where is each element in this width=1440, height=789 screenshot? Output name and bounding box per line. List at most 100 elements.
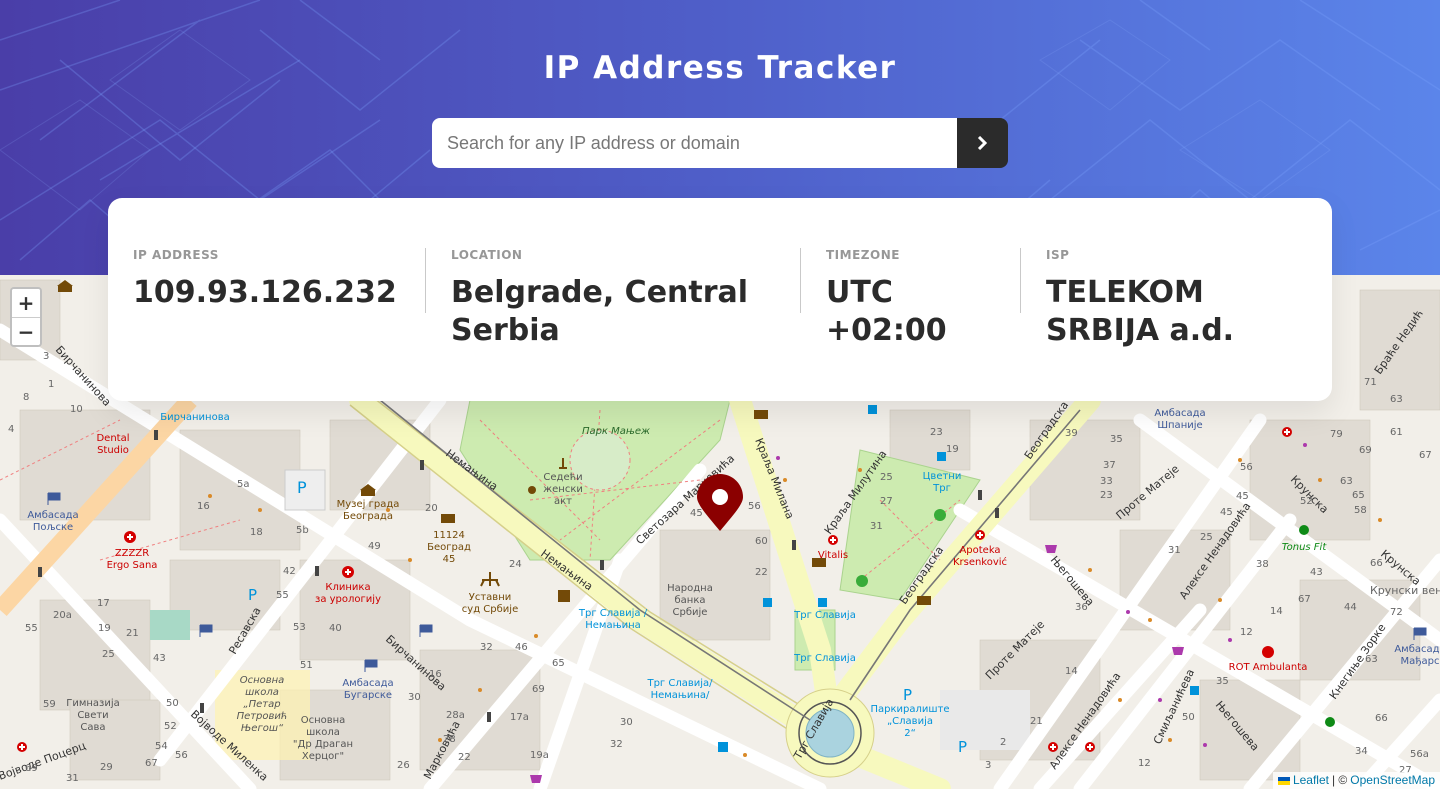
poi-label: Немањина [585, 620, 641, 631]
poi-label: школа [306, 727, 340, 738]
poi-label: ZZZZR [115, 548, 149, 559]
cinema-icon [558, 590, 570, 602]
svg-text:31: 31 [870, 521, 883, 532]
isp-section: ISP TELEKOM SRBIJA a.d. [1046, 248, 1306, 350]
bus-stop-icon [868, 405, 877, 414]
flag-icon [364, 659, 378, 672]
svg-text:72: 72 [1390, 607, 1403, 618]
parking-p-icon: P [248, 586, 257, 604]
hospital-icon [1282, 427, 1292, 437]
poi-label: школа [245, 687, 279, 698]
post-icon [917, 596, 931, 605]
svg-text:37: 37 [1103, 460, 1116, 471]
parking-p-icon: P [958, 738, 967, 756]
poi-label: Ergo Sana [107, 560, 158, 571]
poi-label: банка [674, 595, 705, 606]
svg-text:30: 30 [620, 717, 633, 728]
svg-text:45: 45 [1236, 491, 1249, 502]
timezone-section: TIMEZONE UTC +02:00 [826, 248, 996, 350]
svg-text:32: 32 [480, 642, 493, 653]
poi-label: Основна [240, 675, 285, 686]
svg-text:3: 3 [43, 351, 49, 362]
svg-text:69: 69 [25, 763, 38, 774]
svg-text:63: 63 [1390, 394, 1403, 405]
street-label: Бирчанинова [53, 343, 114, 408]
parking-p-icon: P [903, 686, 912, 704]
bus-stop-icon [818, 598, 827, 607]
svg-text:46: 46 [515, 642, 528, 653]
poi-label: Основна [301, 715, 346, 726]
svg-text:49: 49 [368, 541, 381, 552]
svg-text:52: 52 [1300, 496, 1313, 507]
poi-label: Свети [77, 710, 108, 721]
svg-text:12: 12 [1240, 627, 1253, 638]
svg-text:51: 51 [300, 660, 313, 671]
zoom-in-button[interactable]: + [12, 289, 40, 317]
shop-icon [1172, 647, 1184, 655]
svg-text:42: 42 [283, 566, 296, 577]
svg-text:50: 50 [166, 698, 179, 709]
svg-text:69: 69 [1359, 445, 1372, 456]
svg-text:16: 16 [197, 501, 210, 512]
playground-icon [934, 509, 946, 521]
divider [425, 248, 426, 313]
svg-text:44: 44 [1344, 602, 1357, 613]
svg-text:3: 3 [985, 760, 991, 771]
zoom-out-button[interactable]: − [12, 317, 40, 345]
poi-label: суд Србије [462, 603, 518, 615]
svg-text:22: 22 [755, 567, 768, 578]
poi-label: "Др Драган [293, 739, 353, 750]
divider [1020, 248, 1021, 313]
svg-text:21: 21 [126, 628, 139, 639]
ukraine-flag-icon [1277, 776, 1290, 785]
svg-text:32: 32 [610, 739, 623, 750]
svg-text:2: 2 [1000, 737, 1006, 748]
poi-label: Tonus Fit [1282, 542, 1328, 553]
svg-text:43: 43 [153, 653, 166, 664]
svg-text:17: 17 [97, 598, 110, 609]
svg-text:66: 66 [1370, 558, 1383, 569]
svg-text:45: 45 [1220, 507, 1233, 518]
search-submit-button[interactable] [957, 118, 1008, 168]
svg-text:53: 53 [293, 622, 306, 633]
svg-text:38: 38 [1256, 559, 1269, 570]
leaflet-link[interactable]: Leaflet [1293, 772, 1329, 789]
openstreetmap-link[interactable]: OpenStreetMap [1350, 772, 1435, 789]
search-input[interactable] [432, 118, 957, 168]
svg-text:67: 67 [1298, 594, 1311, 605]
poi-label: Трг [932, 483, 951, 494]
parking-p-icon: P [297, 478, 307, 497]
chevron-right-icon [977, 136, 988, 150]
svg-text:25: 25 [1200, 532, 1213, 543]
poi-label: Vitalis [818, 550, 848, 561]
hospital-icon [975, 530, 985, 540]
poi-label: Немањина/ [651, 690, 710, 701]
svg-text:39: 39 [1065, 428, 1078, 439]
poi-label: Клиника [325, 582, 370, 593]
svg-text:65: 65 [552, 658, 565, 669]
svg-text:58: 58 [1354, 505, 1367, 516]
svg-text:35: 35 [1216, 676, 1229, 687]
poi-label: Амбасада [342, 678, 393, 689]
location-label: LOCATION [451, 248, 523, 262]
playground-icon [856, 575, 868, 587]
poi-label: 2“ [904, 728, 916, 739]
poi-label: Мађарс [1401, 655, 1440, 667]
svg-text:52: 52 [164, 721, 177, 732]
page-title: IP Address Tracker [543, 50, 897, 86]
location-pin-icon[interactable] [697, 474, 743, 531]
hospital-icon [828, 535, 838, 545]
svg-text:8: 8 [23, 392, 29, 403]
svg-text:20: 20 [425, 503, 438, 514]
svg-text:56: 56 [175, 750, 188, 761]
svg-text:4: 4 [8, 424, 14, 435]
poi-label: Гимназија [66, 697, 120, 709]
svg-text:36: 36 [1075, 602, 1088, 613]
svg-text:10: 10 [70, 404, 83, 415]
drinking-icon [528, 486, 536, 494]
ip-address-label: IP ADDRESS [133, 248, 219, 262]
bus-stop-icon [718, 742, 728, 752]
svg-text:5b: 5b [296, 525, 309, 536]
svg-text:27: 27 [880, 496, 893, 507]
svg-text:26: 26 [397, 760, 410, 771]
